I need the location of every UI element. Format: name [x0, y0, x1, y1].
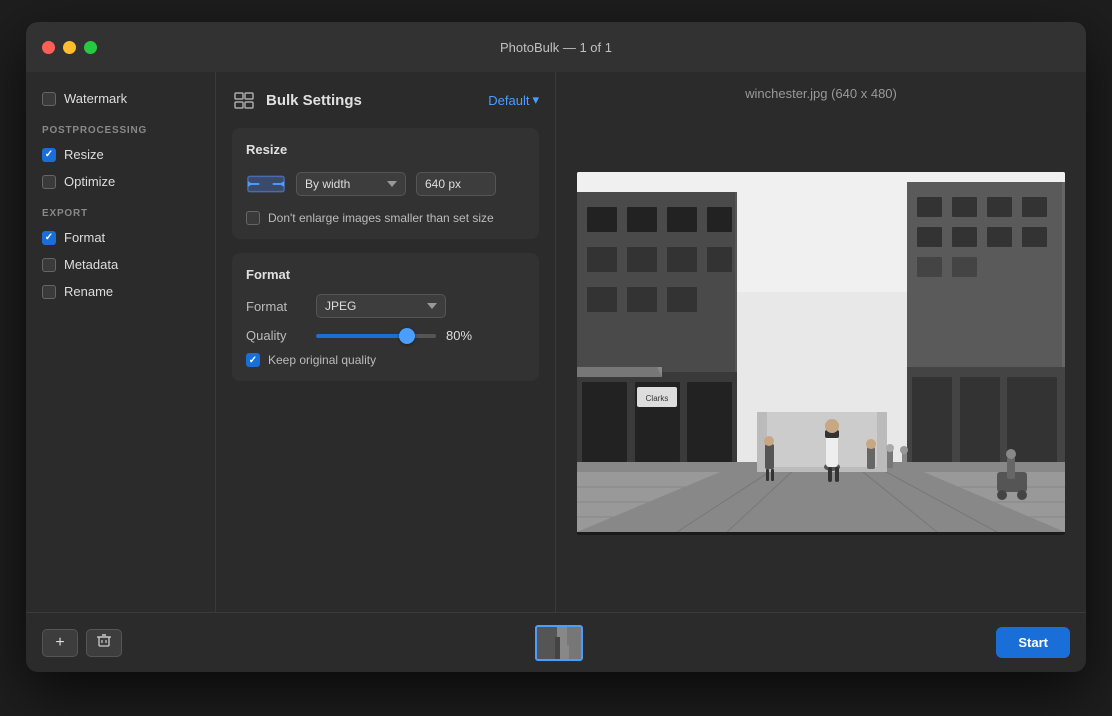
sidebar: Watermark POSTPROCESSING Resize Optimize…: [26, 72, 216, 612]
sidebar-resize-label: Resize: [64, 147, 104, 162]
format-field-label: Format: [246, 299, 316, 314]
main-content: Watermark POSTPROCESSING Resize Optimize…: [26, 72, 1086, 612]
sidebar-item-optimize[interactable]: Optimize: [38, 171, 203, 192]
resize-checkbox[interactable]: [42, 148, 56, 162]
titlebar: PhotoBulk — 1 of 1: [26, 22, 1086, 72]
format-row: Format JPEG PNG TIFF WEBP: [246, 294, 525, 318]
resize-section: Resize By width By height: [232, 128, 539, 239]
center-panel: Bulk Settings Default ▾ Resize: [216, 72, 556, 612]
dont-enlarge-checkbox[interactable]: [246, 211, 260, 225]
add-button[interactable]: +: [42, 629, 78, 657]
format-section-title: Format: [246, 267, 525, 282]
resize-mode-select[interactable]: By width By height By long edge By short…: [296, 172, 406, 196]
default-dropdown[interactable]: Default ▾: [488, 92, 539, 108]
optimize-checkbox[interactable]: [42, 175, 56, 189]
bulk-settings-title: Bulk Settings: [266, 92, 362, 109]
sidebar-rename-label: Rename: [64, 284, 113, 299]
quality-row: Quality 80%: [246, 328, 525, 343]
sidebar-item-metadata[interactable]: Metadata: [38, 254, 203, 275]
rename-checkbox[interactable]: [42, 285, 56, 299]
keep-quality-label: Keep original quality: [268, 353, 376, 367]
sidebar-optimize-label: Optimize: [64, 174, 115, 189]
dont-enlarge-label: Don't enlarge images smaller than set si…: [268, 211, 494, 225]
main-window: PhotoBulk — 1 of 1 Watermark POSTPROCESS…: [26, 22, 1086, 672]
preview-image-container: Clarks: [556, 115, 1086, 612]
traffic-lights: [42, 41, 97, 54]
bulk-settings-header: Bulk Settings Default ▾: [232, 88, 539, 112]
start-button[interactable]: Start: [996, 627, 1070, 658]
format-checkbox[interactable]: [42, 231, 56, 245]
quality-slider[interactable]: [316, 334, 436, 338]
resize-controls-row: By width By height By long edge By short…: [246, 169, 525, 199]
svg-text:Clarks: Clarks: [646, 394, 669, 403]
sidebar-item-format[interactable]: Format: [38, 227, 203, 248]
bottom-bar: +: [26, 612, 1086, 672]
bottom-left-controls: +: [42, 629, 122, 657]
maximize-button[interactable]: [84, 41, 97, 54]
window-title: PhotoBulk — 1 of 1: [500, 40, 612, 55]
sidebar-watermark-label: Watermark: [64, 91, 127, 106]
bulk-settings-icon: [232, 88, 256, 112]
quality-value-display: 80%: [446, 328, 481, 343]
resize-arrows-icon: [246, 169, 286, 199]
quality-label: Quality: [246, 328, 316, 343]
thumbnail-strip: [122, 625, 996, 661]
preview-image: Clarks: [577, 172, 1065, 535]
export-section-label: EXPORT: [38, 208, 203, 219]
chevron-down-icon: ▾: [532, 92, 539, 108]
watermark-checkbox[interactable]: [42, 92, 56, 106]
metadata-checkbox[interactable]: [42, 258, 56, 272]
keep-quality-checkbox[interactable]: [246, 353, 260, 367]
resize-px-input[interactable]: [416, 172, 496, 196]
delete-button[interactable]: [86, 629, 122, 657]
trash-icon: [96, 632, 112, 653]
thumbnail-item[interactable]: [535, 625, 583, 661]
sidebar-item-watermark[interactable]: Watermark: [38, 88, 203, 109]
dont-enlarge-row: Don't enlarge images smaller than set si…: [246, 211, 525, 225]
close-button[interactable]: [42, 41, 55, 54]
postprocessing-section-label: POSTPROCESSING: [38, 125, 203, 136]
format-section: Format Format JPEG PNG TIFF WEBP Quality…: [232, 253, 539, 381]
preview-filename: winchester.jpg (640 x 480): [556, 72, 1086, 115]
add-icon: +: [55, 634, 64, 652]
preview-panel: winchester.jpg (640 x 480): [556, 72, 1086, 612]
bottom-right-controls: Start: [996, 627, 1070, 658]
resize-section-title: Resize: [246, 142, 525, 157]
sidebar-metadata-label: Metadata: [64, 257, 118, 272]
sidebar-item-resize[interactable]: Resize: [38, 144, 203, 165]
format-select[interactable]: JPEG PNG TIFF WEBP: [316, 294, 446, 318]
keep-quality-row: Keep original quality: [246, 353, 525, 367]
sidebar-format-label: Format: [64, 230, 105, 245]
quality-slider-wrap: 80%: [316, 328, 481, 343]
sidebar-item-rename[interactable]: Rename: [38, 281, 203, 302]
default-label: Default: [488, 93, 529, 108]
minimize-button[interactable]: [63, 41, 76, 54]
